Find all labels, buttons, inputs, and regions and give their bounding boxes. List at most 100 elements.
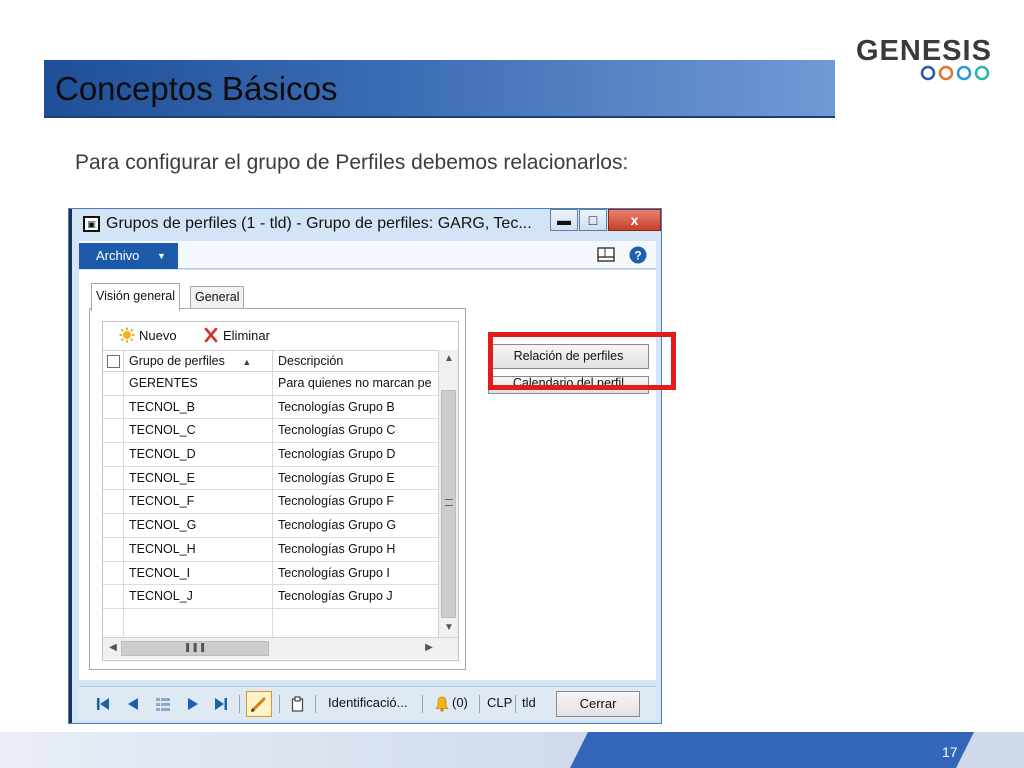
genesis-logo: GENESIS	[856, 35, 992, 85]
chevron-down-icon: ▼	[157, 251, 166, 261]
scroll-down-icon[interactable]: ▼	[439, 622, 459, 633]
close-window-button[interactable]: x	[608, 209, 661, 231]
grid-header: Grupo de perfiles ▲ Descripción	[103, 350, 458, 372]
attachment-icon[interactable]	[290, 696, 306, 712]
group-cell: TECNOL_E	[129, 470, 195, 485]
archivo-label: Archivo	[96, 248, 140, 263]
window-title: Grupos de perfiles (1 - tld) - Grupo de …	[106, 215, 532, 232]
description-cell: Tecnologías Grupo I	[278, 565, 390, 580]
profiles-grid: Nuevo Eliminar Grupo de perfiles ▲ Descr…	[102, 321, 459, 661]
partition-label[interactable]: tld	[522, 695, 536, 710]
new-button-label: Nuevo	[139, 327, 177, 343]
group-cell: TECNOL_G	[129, 518, 197, 533]
select-all-checkbox[interactable]	[107, 355, 120, 368]
horizontal-scroll-thumb[interactable]: ❚❚❚	[121, 641, 269, 656]
tab-vision-general[interactable]: Visión general	[91, 283, 180, 311]
description-cell: Tecnologías Grupo C	[278, 423, 396, 438]
sort-ascending-icon: ▲	[242, 357, 252, 367]
group-cell: TECNOL_J	[129, 589, 193, 604]
logo-rings-icon	[920, 65, 990, 81]
group-cell: TECNOL_F	[129, 494, 195, 509]
window-edge	[69, 209, 72, 723]
vertical-scrollbar[interactable]: ▲ ▼	[438, 350, 458, 637]
table-row[interactable]: TECNOL_J Tecnologías Grupo J	[103, 585, 438, 609]
help-icon[interactable]: ?	[628, 245, 648, 265]
status-separator	[315, 695, 316, 713]
table-row[interactable]: TECNOL_B Tecnologías Grupo B	[103, 396, 438, 420]
app-icon: ▣	[83, 216, 100, 232]
slide-title: Conceptos Básicos	[55, 70, 338, 107]
previous-record-icon[interactable]	[125, 696, 141, 712]
table-row[interactable]: TECNOL_H Tecnologías Grupo H	[103, 538, 438, 562]
maximize-button[interactable]: □	[579, 209, 607, 231]
bell-icon[interactable]	[434, 696, 450, 712]
groups-window: ▣ Grupos de perfiles (1 - tld) - Grupo d…	[68, 208, 676, 724]
table-row[interactable]: GERENTES Para quienes no marcan pe	[103, 372, 438, 396]
description-cell: Para quienes no marcan pe	[278, 376, 432, 390]
layout-icon[interactable]	[596, 245, 616, 265]
header-group-label: Grupo de perfiles	[129, 354, 225, 368]
highlight-box	[488, 332, 676, 390]
description-cell: Tecnologías Grupo J	[278, 589, 393, 604]
pencil-icon	[251, 697, 266, 712]
tab-general[interactable]: General	[190, 286, 245, 309]
header-group-profiles[interactable]: Grupo de perfiles ▲	[129, 354, 251, 368]
scroll-right-icon[interactable]: ▶	[419, 642, 439, 653]
identification-field[interactable]: Identificació...	[328, 695, 408, 710]
table-row[interactable]: TECNOL_F Tecnologías Grupo F	[103, 490, 438, 515]
close-button[interactable]: Cerrar	[556, 691, 640, 717]
grid-toolbar: Nuevo Eliminar	[103, 322, 458, 350]
group-cell: TECNOL_H	[129, 541, 196, 556]
group-cell: TECNOL_D	[129, 447, 196, 462]
grid-rows: GERENTES Para quienes no marcan pe TECNOL…	[103, 372, 438, 637]
description-cell: Tecnologías Grupo B	[278, 399, 395, 414]
grip-icon	[445, 499, 453, 506]
logo-text: GENESIS	[856, 35, 992, 67]
window-content: Visión general General Nuevo Eliminar Gr…	[79, 270, 676, 680]
group-cell: TECNOL_B	[129, 399, 195, 414]
slide-subtitle: Para configurar el grupo de Perfiles deb…	[75, 151, 629, 174]
description-cell: Tecnologías Grupo H	[278, 541, 396, 556]
table-row[interactable]: TECNOL_C Tecnologías Grupo C	[103, 419, 438, 444]
company-label[interactable]: CLP	[487, 695, 512, 710]
scroll-up-icon[interactable]: ▲	[439, 353, 459, 364]
group-cell: TECNOL_C	[129, 423, 196, 438]
description-cell: Tecnologías Grupo E	[278, 470, 395, 485]
description-cell: Tecnologías Grupo G	[278, 518, 397, 533]
grid-view-icon[interactable]	[155, 696, 171, 712]
group-cell: TECNOL_I	[129, 565, 191, 580]
new-button[interactable]: Nuevo	[119, 327, 177, 343]
header-description[interactable]: Descripción	[278, 354, 343, 368]
slide-title-bar: Conceptos Básicos	[44, 60, 835, 118]
first-record-icon[interactable]	[95, 696, 111, 712]
delete-button[interactable]: Eliminar	[203, 327, 270, 343]
description-cell: Tecnologías Grupo F	[278, 494, 395, 509]
horizontal-scrollbar[interactable]: ◀ ❚❚❚ ▶	[103, 637, 458, 659]
footer-band	[0, 732, 1024, 768]
status-separator	[479, 695, 480, 713]
status-separator	[515, 695, 516, 713]
vertical-scroll-thumb[interactable]	[441, 390, 456, 618]
delete-button-label: Eliminar	[223, 327, 270, 343]
table-row[interactable]: TECNOL_D Tecnologías Grupo D	[103, 443, 438, 467]
menu-strip: Archivo ▼ ?	[79, 241, 656, 269]
edit-mode-button[interactable]	[246, 691, 272, 717]
minimize-button[interactable]: ▬	[550, 209, 578, 231]
window-titlebar[interactable]: ▣ Grupos de perfiles (1 - tld) - Grupo d…	[72, 209, 661, 239]
overview-panel: Nuevo Eliminar Grupo de perfiles ▲ Descr…	[89, 308, 466, 670]
next-record-icon[interactable]	[185, 696, 201, 712]
table-row[interactable]: TECNOL_E Tecnologías Grupo E	[103, 467, 438, 491]
table-row[interactable]: TECNOL_I Tecnologías Grupo I	[103, 562, 438, 586]
status-separator	[279, 695, 280, 713]
alerts-count[interactable]: (0)	[452, 695, 468, 710]
sun-new-icon	[119, 327, 135, 343]
svg-text:?: ?	[634, 249, 641, 263]
status-separator	[239, 695, 240, 713]
header-separator	[272, 351, 273, 371]
table-row[interactable]: TECNOL_G Tecnologías Grupo G	[103, 514, 438, 538]
scroll-left-icon[interactable]: ◀	[103, 642, 123, 653]
last-record-icon[interactable]	[213, 696, 229, 712]
archivo-menu[interactable]: Archivo ▼	[79, 243, 178, 269]
group-cell: GERENTES	[129, 376, 198, 390]
description-cell: Tecnologías Grupo D	[278, 447, 396, 462]
